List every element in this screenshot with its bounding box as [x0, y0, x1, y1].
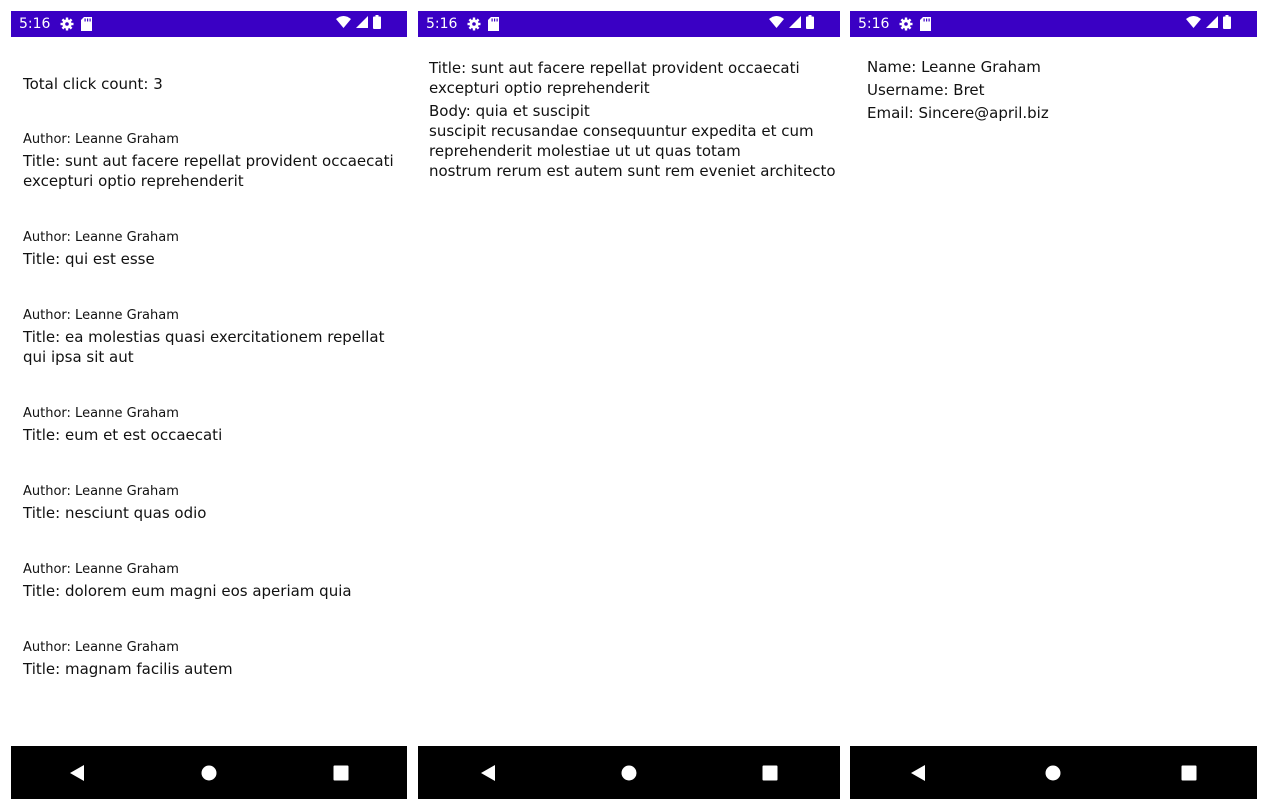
back-icon[interactable]	[57, 753, 97, 793]
post-author: Author: Leanne Graham	[23, 640, 179, 655]
sd-card-icon	[488, 17, 500, 31]
click-count: Total click count: 3	[23, 75, 163, 93]
post-item[interactable]: Author: Leanne Graham Title: magnam faci…	[23, 639, 399, 717]
navigation-bar	[11, 746, 407, 799]
back-icon[interactable]	[898, 753, 938, 793]
post-detail: Title: sunt aut facere repellat providen…	[429, 58, 836, 181]
post-detail-body: suscipit recusandae consequuntur expedit…	[429, 122, 836, 180]
recents-icon[interactable]	[321, 753, 361, 793]
user-email: Email: Sincere@april.biz	[867, 104, 1049, 122]
cell-signal-icon	[356, 16, 368, 32]
wifi-icon	[1186, 16, 1201, 32]
status-bar: 5:16	[418, 11, 840, 37]
sd-card-icon	[81, 17, 93, 31]
home-icon[interactable]	[609, 753, 649, 793]
post-title: Title: eum et est occaecati	[23, 426, 223, 444]
recents-icon[interactable]	[750, 753, 790, 793]
post-item[interactable]: Author: Leanne Graham Title: sunt aut fa…	[23, 131, 399, 229]
gear-icon	[899, 17, 913, 31]
cell-signal-icon	[789, 16, 801, 32]
battery-icon	[1223, 15, 1231, 33]
status-time: 5:16	[426, 16, 458, 32]
post-title: Title: dolorem eum magni eos aperiam qui…	[23, 582, 352, 600]
recents-icon[interactable]	[1169, 753, 1209, 793]
post-detail-title: Title: sunt aut facere repellat providen…	[429, 59, 800, 97]
post-item[interactable]: Author: Leanne Graham Title: nesciunt qu…	[23, 483, 399, 561]
status-bar: 5:16	[850, 11, 1257, 37]
user-username: Username: Bret	[867, 81, 985, 99]
home-icon[interactable]	[189, 753, 229, 793]
battery-icon	[373, 15, 381, 33]
user-name: Name: Leanne Graham	[867, 58, 1041, 76]
post-item[interactable]: Author: Leanne Graham Title: ea molestia…	[23, 307, 399, 405]
wifi-icon	[769, 16, 784, 32]
wifi-icon	[336, 16, 351, 32]
post-author: Author: Leanne Graham	[23, 484, 179, 499]
post-item[interactable]: Author: Leanne Graham Title: qui est ess…	[23, 229, 399, 307]
post-item[interactable]: Author: Leanne Graham Title: dolorem eum…	[23, 561, 399, 639]
post-title: Title: qui est esse	[23, 250, 155, 268]
post-author: Author: Leanne Graham	[23, 406, 179, 421]
post-title: Title: ea molestias quasi exercitationem…	[23, 328, 385, 366]
sd-card-icon	[920, 17, 932, 31]
posts-content: Total click count: 3 Author: Leanne Grah…	[11, 37, 407, 746]
post-author: Author: Leanne Graham	[23, 308, 179, 323]
battery-icon	[806, 15, 814, 33]
post-title: Title: sunt aut facere repellat providen…	[23, 152, 394, 190]
post-detail-content: Title: sunt aut facere repellat providen…	[418, 37, 840, 746]
user-detail-content: Name: Leanne Graham Username: Bret Email…	[850, 37, 1257, 746]
status-time: 5:16	[19, 16, 51, 32]
back-icon[interactable]	[468, 753, 508, 793]
post-detail-screen: 5:16 Title: sunt aut facere repellat pro…	[418, 0, 840, 812]
post-title: Title: nesciunt quas odio	[23, 504, 207, 522]
post-item[interactable]: Author: Leanne Graham Title: eum et est …	[23, 405, 399, 483]
post-author: Author: Leanne Graham	[23, 562, 179, 577]
post-author: Author: Leanne Graham	[23, 132, 179, 147]
navigation-bar	[418, 746, 840, 799]
post-title: Title: magnam facilis autem	[23, 660, 233, 678]
status-bar: 5:16	[11, 11, 407, 37]
post-detail-body-label: Body: quia et suscipit	[429, 102, 590, 120]
posts-screen: 5:16 Total click count: 3 Author: Leanne…	[11, 0, 407, 812]
post-list: Author: Leanne Graham Title: sunt aut fa…	[23, 131, 399, 717]
post-author: Author: Leanne Graham	[23, 230, 179, 245]
navigation-bar	[850, 746, 1257, 799]
user-info: Name: Leanne Graham Username: Bret Email…	[867, 56, 1049, 125]
gear-icon	[60, 17, 74, 31]
user-detail-screen: 5:16 Name: Leanne Graham Username: Bret …	[850, 0, 1257, 812]
home-icon[interactable]	[1033, 753, 1073, 793]
status-time: 5:16	[858, 16, 890, 32]
gear-icon	[467, 17, 481, 31]
cell-signal-icon	[1206, 16, 1218, 32]
